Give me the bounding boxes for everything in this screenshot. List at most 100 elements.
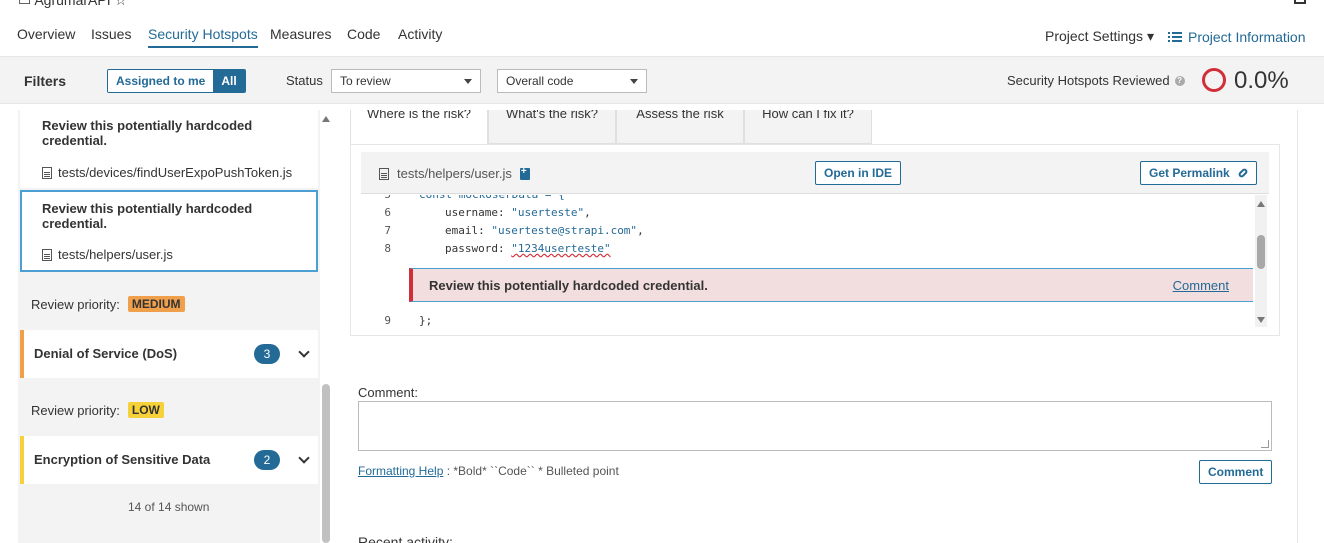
code-line: 5 const mockUserData = { xyxy=(361,195,1253,204)
code-scrollbar[interactable] xyxy=(1255,195,1267,327)
code-file-path: tests/helpers/user.js xyxy=(379,166,530,181)
code-punct: , xyxy=(637,224,644,237)
status-select[interactable]: To review xyxy=(331,69,481,93)
issue-location-box: Review this potentially hardcoded creden… xyxy=(409,268,1253,302)
code-punct: , xyxy=(584,206,591,219)
category-count-badge: 3 xyxy=(254,344,280,364)
priority-badge-low: LOW xyxy=(127,402,164,418)
comment-submit-button[interactable]: Comment xyxy=(1199,460,1273,484)
comment-label: Comment: xyxy=(358,385,418,400)
scrollbar-thumb[interactable] xyxy=(322,384,330,543)
code-line: 9 }; xyxy=(361,312,1253,327)
chevron-down-icon[interactable] xyxy=(298,346,310,358)
line-number: 5 xyxy=(361,195,391,204)
scroll-up-icon[interactable] xyxy=(322,116,330,122)
tab-code[interactable]: Code xyxy=(347,26,380,42)
project-settings-menu[interactable]: Project Settings ▾ xyxy=(1045,28,1154,45)
get-permalink-button[interactable]: Get Permalink xyxy=(1140,161,1257,185)
review-priority-low: Review priority: LOW xyxy=(31,402,164,418)
hotspot-file: tests/devices/findUserExpoPushToken.js xyxy=(42,165,292,180)
comment-textarea[interactable] xyxy=(358,401,1272,451)
category-name: Encryption of Sensitive Data xyxy=(34,452,211,467)
shown-count: 14 of 14 shown xyxy=(128,500,210,514)
code-key: username: xyxy=(445,206,512,219)
line-number: 9 xyxy=(384,314,391,327)
all-button[interactable]: All xyxy=(213,70,245,92)
line-source: password: "1234userteste" xyxy=(445,240,611,258)
copy-path-icon[interactable] xyxy=(519,166,530,180)
file-icon xyxy=(42,248,52,261)
get-permalink-label: Get Permalink xyxy=(1149,166,1230,180)
priority-label: Review priority: xyxy=(31,402,120,418)
hotspots-reviewed: Security Hotspots Reviewed ? xyxy=(1007,73,1185,88)
project-name-cutoff: ▭ AgrumarAPI ☆ xyxy=(18,0,128,8)
tab-whats-the-risk[interactable]: What's the risk? xyxy=(488,110,616,144)
recent-activity-heading: Recent activity: xyxy=(358,534,453,543)
code-file-name: tests/helpers/user.js xyxy=(397,166,512,181)
open-in-ide-button[interactable]: Open in IDE xyxy=(815,161,902,185)
status-select-value: To review xyxy=(340,74,391,88)
tab-overview[interactable]: Overview xyxy=(17,26,75,42)
hotspot-file: tests/helpers/user.js xyxy=(42,247,173,262)
reviewed-ring-icon xyxy=(1202,68,1226,92)
code-string-flagged: "1234userteste" xyxy=(511,242,611,255)
review-priority-medium: Review priority: MEDIUM xyxy=(31,296,185,312)
hotspot-message: Review this potentially hardcoded creden… xyxy=(42,201,253,231)
code-line: 8 password: "1234userteste" xyxy=(361,240,1253,258)
tab-issues[interactable]: Issues xyxy=(91,26,131,42)
comment-button-label: Comment xyxy=(1208,465,1264,479)
reviewed-label: Security Hotspots Reviewed xyxy=(1007,73,1170,88)
hotspot-item-selected[interactable]: Review this potentially hardcoded creden… xyxy=(20,190,318,272)
line-source: username: "userteste", xyxy=(445,204,591,222)
tab-activity[interactable]: Activity xyxy=(398,26,442,42)
grid-icon[interactable] xyxy=(1294,0,1306,4)
line-source: email: "userteste@strapi.com", xyxy=(445,222,644,240)
filters-label: Filters xyxy=(24,73,67,89)
tab-measures[interactable]: Measures xyxy=(270,26,331,42)
category-denial-of-service[interactable]: Denial of Service (DoS) 3 xyxy=(20,330,318,378)
scroll-down-icon[interactable] xyxy=(1257,317,1265,323)
issue-message: Review this potentially hardcoded creden… xyxy=(429,278,708,293)
formatting-help-link[interactable]: Formatting Help xyxy=(358,464,443,478)
category-name: Denial of Service (DoS) xyxy=(34,346,178,361)
hotspot-item[interactable]: Review this potentially hardcoded creden… xyxy=(20,110,318,188)
tab-where-is-the-risk[interactable]: Where is the risk? xyxy=(350,110,488,144)
scrollbar-thumb[interactable] xyxy=(1257,235,1265,269)
help-icon[interactable]: ? xyxy=(1174,75,1185,86)
file-icon xyxy=(379,167,389,180)
scope-select-value: Overall code xyxy=(506,74,574,88)
formatting-help: Formatting Help : *Bold* ``Code`` * Bull… xyxy=(358,464,619,478)
tab-label: How can I fix it? xyxy=(762,110,854,121)
project-nav: Overview Issues Security Hotspots Measur… xyxy=(0,20,1324,50)
priority-label: Review priority: xyxy=(31,296,120,312)
tab-security-hotspots[interactable]: Security Hotspots xyxy=(148,26,258,48)
issue-comment-link[interactable]: Comment xyxy=(1173,278,1229,293)
code-string: "userteste" xyxy=(511,206,585,219)
reviewed-percent: 0.0% xyxy=(1234,67,1289,94)
tab-assess-the-risk[interactable]: Assess the risk xyxy=(616,110,744,144)
project-information-link[interactable]: Project Information xyxy=(1168,29,1306,45)
code-string: "userteste@strapi.com" xyxy=(491,224,638,237)
resize-grip-icon[interactable] xyxy=(1261,440,1269,448)
hotspot-file-path: tests/helpers/user.js xyxy=(58,247,173,262)
category-encryption-sensitive-data[interactable]: Encryption of Sensitive Data 2 xyxy=(20,436,318,484)
tab-how-can-i-fix-it[interactable]: How can I fix it? xyxy=(744,110,872,144)
code-key: email: xyxy=(445,224,492,237)
tab-label: Assess the risk xyxy=(636,110,724,121)
open-in-ide-label: Open in IDE xyxy=(824,166,893,180)
code-lines: 5 const mockUserData = { 6 username: "us… xyxy=(361,195,1253,327)
top-header-strip: ▭ AgrumarAPI ☆ xyxy=(0,0,1324,8)
file-icon xyxy=(42,166,52,179)
line-source: const mockUserData = { xyxy=(419,195,565,204)
code-line: 6 username: "userteste", xyxy=(361,204,1253,222)
sidebar-scrollbar[interactable] xyxy=(320,110,332,543)
category-count-badge: 2 xyxy=(254,450,280,470)
scroll-up-icon[interactable] xyxy=(1257,201,1265,207)
filters-bar: Filters Assigned to me All Status To rev… xyxy=(0,56,1324,104)
tab-label: What's the risk? xyxy=(505,110,599,121)
chevron-down-icon[interactable] xyxy=(298,452,310,464)
scope-select[interactable]: Overall code xyxy=(497,69,647,93)
assignee-toggle: Assigned to me All xyxy=(107,69,246,93)
assigned-to-me-button[interactable]: Assigned to me xyxy=(108,70,214,92)
list-icon xyxy=(1168,32,1182,42)
